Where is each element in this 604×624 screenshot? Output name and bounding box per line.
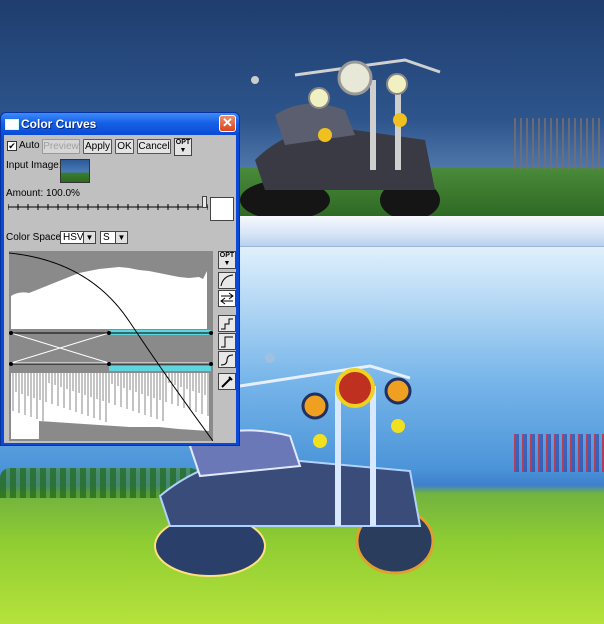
amount-label: Amount: 100.0% <box>6 188 80 199</box>
input-image-thumbnail[interactable] <box>60 159 90 183</box>
curve-tool-button[interactable] <box>218 272 236 289</box>
close-icon: ✕ <box>222 115 233 130</box>
eyedropper-icon <box>221 376 233 388</box>
amount-slider[interactable] <box>8 201 208 213</box>
dropdown-arrow-icon: ▼ <box>83 232 95 243</box>
amount-slider-thumb[interactable] <box>202 196 207 208</box>
ok-button[interactable]: OK <box>115 139 134 154</box>
swap-tool-button[interactable] <box>218 290 236 307</box>
auto-checkbox[interactable]: ✔ <box>7 141 17 151</box>
color-space-label: Color Space: <box>6 232 64 243</box>
close-button[interactable]: ✕ <box>219 115 236 132</box>
curve-options-button[interactable]: OPT ▼ <box>218 251 236 269</box>
tree-line <box>514 118 604 170</box>
channel-value: S <box>103 232 110 243</box>
preview-window-frame <box>240 216 604 247</box>
step-up-icon <box>221 318 233 330</box>
amount-color-swatch[interactable] <box>210 197 234 221</box>
tree-line <box>514 434 604 472</box>
linear-tool-icon <box>221 336 233 348</box>
smooth-tool-button[interactable] <box>218 351 236 368</box>
arrow-down-icon: ▼ <box>179 147 187 154</box>
smooth-curve-icon <box>220 354 234 366</box>
dropdown-arrow-icon: ▼ <box>115 232 127 243</box>
motorcycle-photo <box>240 58 441 216</box>
checkmark-icon: ✔ <box>8 141 16 151</box>
eyedropper-button[interactable] <box>218 373 236 390</box>
swap-arrows-icon <box>220 292 234 305</box>
title-bar[interactable]: Color Curves ✕ <box>1 113 239 135</box>
channel-dropdown[interactable]: S ▼ <box>100 231 128 244</box>
color-space-dropdown[interactable]: HSV ▼ <box>60 231 96 244</box>
arrow-down-icon: ▼ <box>223 260 231 267</box>
linear-tool-button[interactable] <box>218 333 236 350</box>
step-tool-button[interactable] <box>218 315 236 332</box>
window-title: Color Curves <box>21 117 97 131</box>
curve-editor[interactable] <box>9 251 213 441</box>
preview-button[interactable]: Preview <box>42 139 80 154</box>
auto-label: Auto <box>19 140 40 151</box>
dialog-body: ✔ Auto Preview Apply OK Cancel OPT ▼ Inp… <box>4 135 236 443</box>
color-curves-dialog: Color Curves ✕ ✔ Auto Preview Apply OK C… <box>0 112 240 446</box>
color-space-value: HSV <box>63 232 84 243</box>
input-image-label: Input Image: <box>6 160 62 171</box>
curve-options-label: OPT <box>219 252 235 259</box>
curve-tool-icon <box>220 274 234 287</box>
window-icon <box>5 119 19 130</box>
options-button[interactable]: OPT ▼ <box>174 138 192 156</box>
options-label: OPT <box>175 139 191 146</box>
apply-button[interactable]: Apply <box>83 139 112 154</box>
cancel-button[interactable]: Cancel <box>137 139 171 154</box>
